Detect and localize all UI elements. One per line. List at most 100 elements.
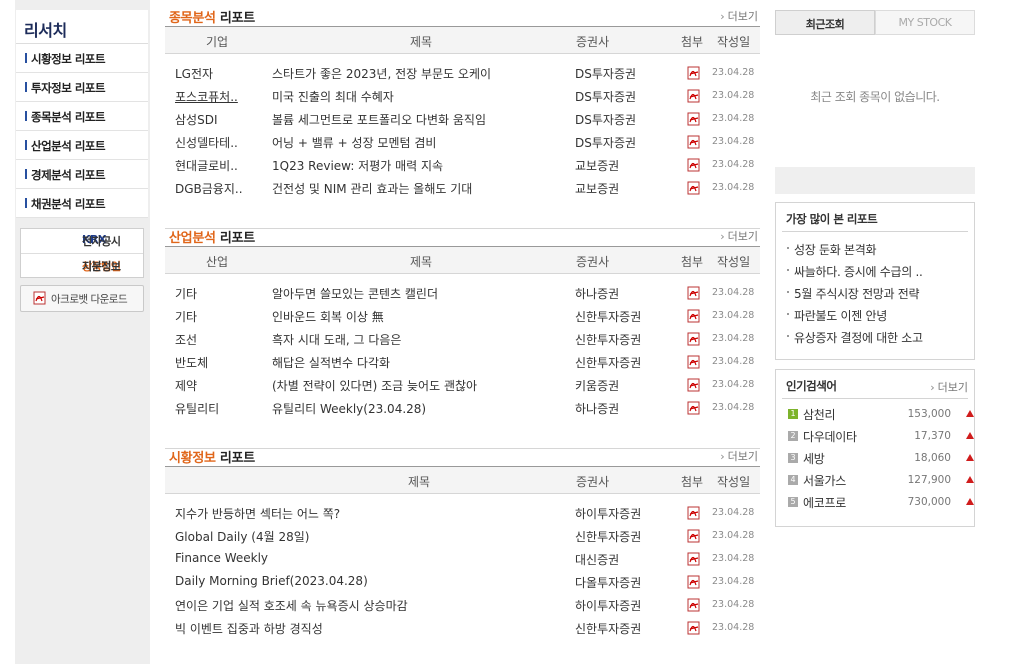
pdf-icon[interactable] [687, 552, 701, 569]
pdf-icon[interactable] [687, 66, 701, 83]
pdf-icon[interactable] [687, 89, 701, 106]
search-rank-item[interactable]: 2 다우데이타 17,370 [786, 425, 974, 447]
search-rank-item[interactable]: 5 에코프로 730,000 [786, 491, 974, 513]
pdf-icon[interactable] [687, 135, 701, 152]
table-row: 반도체 해답은 실적변수 다각화 신한투자증권 23.04.28 [165, 350, 760, 373]
acrobat-download-button[interactable]: 아크로뱃 다운로드 [20, 285, 144, 312]
more-link[interactable]: 더보기 [720, 8, 758, 24]
pdf-icon[interactable] [687, 621, 701, 638]
search-term[interactable]: 에코프로 [803, 494, 846, 511]
popular-report-item[interactable]: 유상증자 결정에 대한 소고 [786, 325, 974, 347]
row-date: 23.04.28 [712, 113, 755, 124]
pdf-icon[interactable] [687, 378, 701, 395]
row-title[interactable]: (차별 전략이 있다면) 조금 늦어도 괜찮아 [272, 377, 477, 394]
row-title[interactable]: 건전성 및 NIM 관리 효과는 올해도 기대 [272, 180, 472, 197]
table-header: 산업 제목 증권사 첨부 작성일 [165, 246, 760, 274]
more-link[interactable]: 더보기 [720, 228, 758, 244]
row-title[interactable]: 볼륨 세그먼트로 포트폴리오 다변화 움직임 [272, 111, 486, 128]
row-subject[interactable]: 조선 [175, 331, 197, 348]
search-term[interactable]: 다우데이타 [803, 428, 857, 445]
more-link[interactable]: 더보기 [930, 379, 968, 395]
listed-equity-link[interactable]: 상장법인 지분정보 [21, 253, 143, 277]
rank-badge: 5 [788, 497, 798, 507]
sidebar-item-investment-report[interactable]: 투자정보 리포트 [16, 73, 148, 102]
sidebar-item-bond-report[interactable]: 채권분석 리포트 [16, 189, 148, 218]
row-subject[interactable]: 유틸리티 [175, 400, 219, 417]
table-row: 조선 흑자 시대 도래, 그 다음은 신한투자증권 23.04.28 [165, 327, 760, 350]
popular-report-item[interactable]: 5월 주식시장 전망과 전략 [786, 281, 974, 303]
row-title[interactable]: 유틸리티 Weekly(23.04.28) [272, 400, 426, 417]
row-title[interactable]: 해답은 실적변수 다각화 [272, 354, 390, 371]
row-title[interactable]: Global Daily (4월 28일) [175, 528, 309, 545]
row-date: 23.04.28 [712, 90, 755, 101]
market-report-list: 지수가 반등하면 섹터는 어느 쪽? 하이투자증권 23.04.28 Global D… [165, 494, 760, 664]
sidebar-item-industry-report[interactable]: 산업분석 리포트 [16, 131, 148, 160]
pdf-icon[interactable] [687, 158, 701, 175]
row-title[interactable]: 지수가 반등하면 섹터는 어느 쪽? [175, 505, 340, 522]
row-subject[interactable]: 반도체 [175, 354, 208, 371]
search-rank-item[interactable]: 1 삼천리 153,000 [786, 403, 974, 425]
row-date: 23.04.28 [712, 67, 755, 78]
row-broker: DS투자증권 [575, 67, 637, 81]
pdf-icon[interactable] [687, 401, 701, 418]
pdf-icon[interactable] [687, 355, 701, 372]
row-subject[interactable]: LG전자 [175, 65, 213, 82]
pdf-icon[interactable] [687, 181, 701, 198]
row-subject[interactable]: 포스코퓨처.. [175, 88, 238, 105]
tab-recent[interactable]: 최근조회 [775, 10, 875, 35]
row-title[interactable]: 어닝 + 밸류 + 성장 모멘텀 겸비 [272, 134, 436, 151]
search-term[interactable]: 세방 [803, 450, 825, 467]
row-title[interactable]: 인바운드 회복 이상 無 [272, 308, 384, 325]
search-rank-item[interactable]: 4 서울가스 127,900 [786, 469, 974, 491]
row-title[interactable]: 1Q23 Review: 저평가 매력 지속 [272, 157, 443, 174]
search-term[interactable]: 서울가스 [803, 472, 846, 489]
search-term[interactable]: 삼천리 [803, 406, 836, 423]
row-broker: 신한투자증권 [575, 530, 642, 544]
popular-search-box: 인기검색어 더보기 1 삼천리 153,000 2 다우데이타 17,370 3 세방 18,0… [775, 369, 975, 527]
row-title[interactable]: Daily Morning Brief(2023.04.28) [175, 574, 368, 588]
tab-my-stock[interactable]: MY STOCK [875, 10, 975, 35]
row-title[interactable]: 스타트가 좋은 2023년, 전장 부문도 오케이 [272, 65, 491, 82]
pdf-icon[interactable] [687, 506, 701, 523]
row-title[interactable]: 연이은 기업 실적 호조세 속 뉴욕증시 상승마감 [175, 597, 408, 614]
row-title[interactable]: 알아두면 쓸모있는 콘텐츠 캘린더 [272, 285, 438, 302]
sidebar-item-stock-report[interactable]: 종목분석 리포트 [16, 102, 148, 131]
search-rank-item[interactable]: 3 세방 18,060 [786, 447, 974, 469]
pdf-icon[interactable] [687, 286, 701, 303]
pdf-icon[interactable] [687, 112, 701, 129]
pdf-icon[interactable] [687, 529, 701, 546]
pdf-icon[interactable] [687, 332, 701, 349]
recent-empty-message: 최근 조회 종목이 없습니다. [810, 90, 940, 104]
row-title[interactable]: Finance Weekly [175, 551, 268, 565]
pdf-icon[interactable] [687, 598, 701, 615]
row-broker: DS투자증권 [575, 90, 637, 104]
row-subject[interactable]: 삼성SDI [175, 111, 217, 128]
industry-report-section: 산업분석 리포트 더보기 산업 제목 증권사 첨부 작성일 기타 알아두면 쓸모있… [165, 226, 760, 449]
left-sidebar: 리서치 시황정보 리포트 투자정보 리포트 종목분석 리포트 산업분석 리포트 … [15, 0, 150, 664]
popular-report-item[interactable]: 성장 둔화 본격화 [786, 237, 974, 259]
pdf-icon[interactable] [687, 309, 701, 326]
row-subject[interactable]: 현대글로비.. [175, 157, 238, 174]
more-link[interactable]: 더보기 [720, 448, 758, 464]
row-date: 23.04.28 [712, 622, 755, 633]
popular-report-item[interactable]: 파란불도 이젠 안녕 [786, 303, 974, 325]
row-date: 23.04.28 [712, 599, 755, 610]
triangle-up-icon [966, 432, 974, 439]
row-subject[interactable]: 신성델타테.. [175, 134, 238, 151]
table-row: 제약 (차별 전략이 있다면) 조금 늦어도 괜찮아 키움증권 23.04.28 [165, 373, 760, 396]
row-title[interactable]: 빅 이벤트 집중과 하방 경직성 [175, 620, 323, 637]
row-subject[interactable]: DGB금융지.. [175, 180, 243, 197]
row-subject[interactable]: 기타 [175, 285, 197, 302]
section-title: 시황정보 리포트 [169, 451, 255, 466]
krx-disclosure-link[interactable]: KRX 전자공시 [21, 229, 143, 253]
sidebar-item-market-report[interactable]: 시황정보 리포트 [16, 44, 148, 73]
pdf-icon[interactable] [687, 575, 701, 592]
row-title[interactable]: 흑자 시대 도래, 그 다음은 [272, 331, 401, 348]
popular-report-item[interactable]: 싸늘하다. 증시에 수급의 .. [786, 259, 974, 281]
row-subject[interactable]: 기타 [175, 308, 197, 325]
row-subject[interactable]: 제약 [175, 377, 197, 394]
table-row: DGB금융지.. 건전성 및 NIM 관리 효과는 올해도 기대 교보증권 23.04… [165, 176, 760, 199]
row-title[interactable]: 미국 진출의 최대 수혜자 [272, 88, 394, 105]
table-header: 기업 제목 증권사 첨부 작성일 [165, 26, 760, 54]
sidebar-item-economy-report[interactable]: 경제분석 리포트 [16, 160, 148, 189]
